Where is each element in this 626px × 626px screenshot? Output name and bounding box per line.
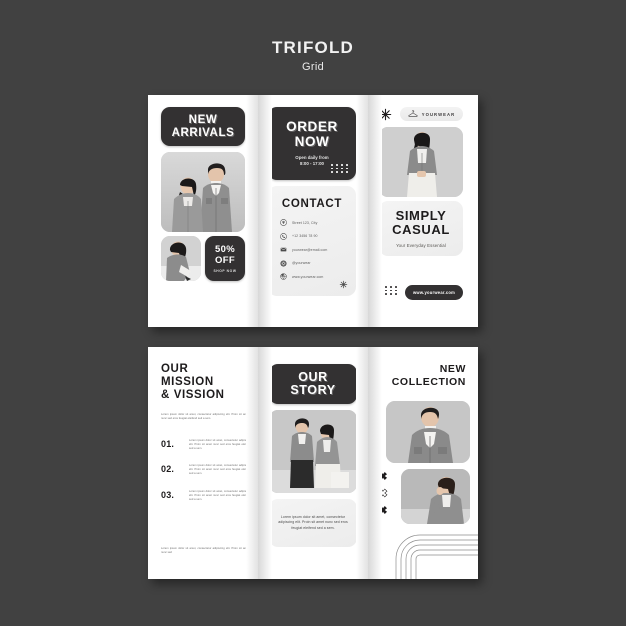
our-story-line1: OUR bbox=[298, 369, 328, 384]
woman-seated-photo-art bbox=[401, 469, 470, 524]
website-button-label: www.yourwear.com bbox=[412, 290, 456, 295]
our-story-line2: STORY bbox=[290, 383, 336, 397]
mission-items-list: 01. Lorem ipsum dolor sit amet, consecte… bbox=[161, 439, 251, 515]
brand-name: YOURWEAR bbox=[421, 111, 456, 117]
globe-icon bbox=[280, 273, 287, 280]
order-now-title: ORDER NOW bbox=[286, 118, 338, 149]
x-mark-outline-icon bbox=[378, 488, 388, 498]
concentric-arc-lines-decoration bbox=[395, 534, 478, 579]
mission-title: OUR MISSION & VISSION bbox=[161, 363, 249, 402]
item-text: Lorem ipsum dolor sit amet, consectetur … bbox=[189, 464, 251, 476]
list-item: 03. Lorem ipsum dolor sit amet, consecte… bbox=[161, 490, 251, 502]
man-photo bbox=[386, 401, 470, 463]
page-title-block: TRIFOLD Grid bbox=[0, 38, 626, 73]
mission-footer: Lorem ipsum dolor sit amet, consectetur … bbox=[161, 547, 249, 555]
list-item: 02. Lorem ipsum dolor sit amet, consecte… bbox=[161, 464, 251, 476]
inside-left-panel: OUR MISSION & VISSION Lorem ipsum dolor … bbox=[148, 347, 258, 579]
item-number: 01. bbox=[161, 439, 175, 449]
website-button[interactable]: www.yourwear.com bbox=[405, 285, 463, 300]
x-mark-filled-icon bbox=[379, 472, 387, 480]
story-couple-photo bbox=[269, 410, 357, 493]
discount-value: 50% OFF bbox=[215, 244, 235, 266]
new-arrivals-label: NEW ARRIVALS bbox=[171, 114, 235, 139]
inside-right-panel: NEW COLLECTION bbox=[368, 347, 478, 579]
mission-footer-text: Lorem ipsum dolor sit amet, consectetur … bbox=[161, 546, 249, 554]
contact-address: Street 123, City bbox=[292, 220, 318, 225]
man-photo-art bbox=[386, 401, 470, 463]
brochure-front-mockup: NEW ARRIVALS 50% OFF SHOP NOW ORDER NOW … bbox=[148, 95, 478, 327]
contact-phone: +12 3456 78 90 bbox=[292, 234, 318, 238]
contact-row-address: Street 123, City bbox=[280, 219, 356, 226]
model-photo bbox=[379, 127, 463, 197]
asterisk-star-icon bbox=[339, 280, 348, 289]
new-collection-title-block: NEW COLLECTION bbox=[373, 363, 466, 389]
contact-row-email: yourwear@email.com bbox=[280, 246, 356, 253]
instagram-icon bbox=[280, 259, 287, 267]
story-paragraph-block: Lorem ipsum dolor sit amet, consectetur … bbox=[269, 499, 357, 547]
mission-title-line3: & VISSION bbox=[161, 388, 225, 401]
asterisk-star-icon bbox=[379, 108, 392, 121]
our-story-badge: OUR STORY bbox=[269, 364, 357, 404]
brand-logo-pill[interactable]: YOURWEAR bbox=[400, 107, 463, 121]
woman-small-photo bbox=[161, 236, 201, 281]
model-photo-art bbox=[379, 127, 463, 197]
front-left-panel: NEW ARRIVALS 50% OFF SHOP NOW bbox=[148, 95, 258, 327]
simply-casual-tagline: Your Everyday Essential bbox=[396, 243, 446, 249]
new-collection-line2: COLLECTION bbox=[391, 375, 466, 388]
dot-grid-decoration bbox=[380, 285, 398, 295]
contact-website: www.yourwear.com bbox=[292, 274, 324, 279]
inside-middle-panel: OUR STORY Lorem ipsum dolor sit amet, co… bbox=[258, 347, 368, 579]
item-text: Lorem ipsum dolor sit amet, consectetur … bbox=[189, 439, 251, 451]
contact-row-phone: +12 3456 78 90 bbox=[280, 232, 356, 240]
discount-badge[interactable]: 50% OFF SHOP NOW bbox=[205, 236, 245, 281]
contact-title: CONTACT bbox=[281, 198, 343, 210]
contact-list: Street 123, City +12 3456 78 90 yourwear… bbox=[280, 219, 356, 280]
dot-grid-decoration bbox=[331, 163, 349, 173]
woman-small-photo-art bbox=[161, 236, 201, 281]
envelope-icon bbox=[280, 247, 287, 252]
mission-title-line1: OUR bbox=[161, 363, 189, 375]
item-number: 03. bbox=[161, 489, 175, 500]
mission-title-block: OUR MISSION & VISSION bbox=[161, 363, 249, 402]
simply-casual-line1: SIMPLY bbox=[395, 207, 447, 223]
our-story-title: OUR STORY bbox=[290, 369, 336, 398]
story-paragraph-text: Lorem ipsum dolor sit amet, consectetur … bbox=[278, 514, 348, 530]
simply-casual-title: SIMPLY CASUAL bbox=[392, 207, 450, 237]
screenshot-canvas: TRIFOLD Grid NEW ARRIVALS 50% OFF SHOP N… bbox=[0, 0, 626, 626]
opening-hours: Open daily from 8:00 - 17:00 bbox=[295, 155, 328, 167]
simply-casual-block: SIMPLY CASUAL Your Everyday Essential bbox=[379, 201, 463, 256]
x-marks-decoration bbox=[378, 471, 388, 515]
order-now-block[interactable]: ORDER NOW Open daily from 8:00 - 17:00 bbox=[268, 107, 356, 180]
contact-block: CONTACT Street 123, City +12 3456 78 90 … bbox=[268, 186, 356, 296]
page-subtitle: Grid bbox=[302, 61, 324, 73]
phone-icon bbox=[280, 232, 287, 240]
item-number: 02. bbox=[161, 464, 175, 475]
clothes-hanger-icon bbox=[408, 110, 418, 117]
item-text: Lorem ipsum dolor sit amet, consectetur … bbox=[189, 489, 251, 501]
front-middle-panel: ORDER NOW Open daily from 8:00 - 17:00 C… bbox=[258, 95, 368, 327]
couple-photo bbox=[161, 152, 245, 232]
contact-email: yourwear@email.com bbox=[292, 247, 328, 252]
mission-intro: Lorem ipsum dolor sit amet, consectetur … bbox=[161, 413, 249, 421]
opening-hours-line2: 8:00 - 17:00 bbox=[300, 161, 324, 167]
contact-row-instagram: @yourwear bbox=[280, 259, 356, 267]
location-pin-icon bbox=[280, 219, 287, 226]
contact-row-website: www.yourwear.com bbox=[280, 273, 356, 280]
brochure-inside-mockup: OUR MISSION & VISSION Lorem ipsum dolor … bbox=[148, 347, 478, 579]
woman-seated-photo bbox=[401, 469, 470, 524]
shop-now-label: SHOP NOW bbox=[213, 269, 237, 273]
simply-casual-line2: CASUAL bbox=[392, 222, 450, 237]
page-title: TRIFOLD bbox=[271, 38, 355, 57]
new-arrivals-badge: NEW ARRIVALS bbox=[161, 107, 245, 146]
mission-title-line2: MISSION bbox=[161, 375, 214, 388]
list-item: 01. Lorem ipsum dolor sit amet, consecte… bbox=[161, 439, 251, 451]
contact-instagram: @yourwear bbox=[292, 261, 311, 265]
front-right-panel: YOURWEAR SIMPLY CASUAL Your Everyday Ess… bbox=[368, 95, 478, 327]
couple-photo-art bbox=[161, 152, 245, 232]
mission-intro-text: Lorem ipsum dolor sit amet, consectetur … bbox=[161, 413, 249, 421]
new-collection-title: NEW COLLECTION bbox=[373, 363, 466, 389]
story-couple-photo-art bbox=[269, 410, 357, 493]
x-mark-filled-icon bbox=[379, 506, 387, 514]
new-collection-line1: NEW bbox=[439, 363, 466, 375]
